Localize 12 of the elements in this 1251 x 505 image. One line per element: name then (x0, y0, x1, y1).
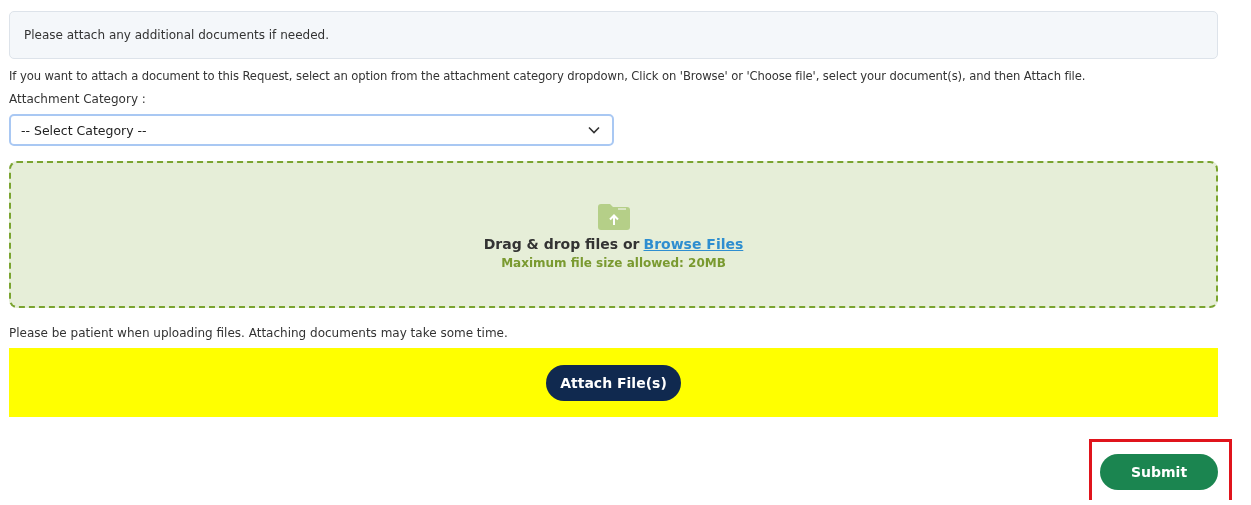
file-size-hint: Maximum file size allowed: 20MB (501, 255, 726, 270)
instructions-text: If you want to attach a document to this Request, select an option from the attachment category dropdown, Click on 'Browse' or 'Choose file', select your document(s), and then Attach file. (9, 69, 1087, 83)
field-label: Attachment Category : (9, 92, 147, 106)
notice-text: Please attach any additional documents if needed. (24, 28, 329, 42)
category-dropdown[interactable]: -- Select Category -- (9, 114, 614, 146)
drop-zone[interactable]: Drag & drop files or Browse Files Maximum file size allowed: 20MB (9, 161, 1218, 308)
drop-text: Drag & drop files or (483, 235, 640, 252)
folder-upload-icon (597, 203, 630, 230)
attach-files-button[interactable]: Attach File(s) (546, 364, 681, 401)
submit-button[interactable]: Submit (1100, 454, 1218, 490)
patience-note: Please be patient when uploading files. Attaching documents may take some time. (9, 326, 509, 340)
chevron-down-icon (588, 126, 600, 134)
